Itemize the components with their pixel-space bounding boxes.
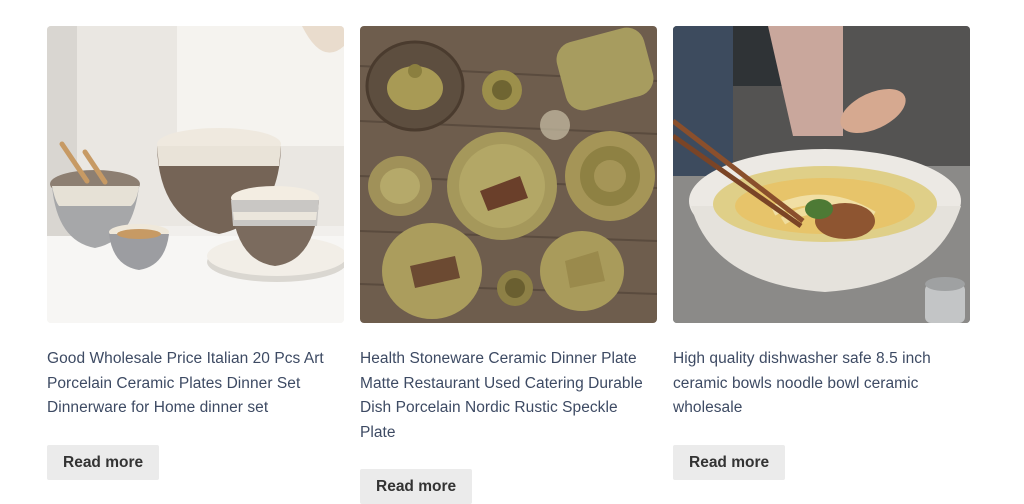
product-card: Health Stoneware Ceramic Dinner Plate Ma… bbox=[360, 26, 657, 504]
product-grid: Good Wholesale Price Italian 20 Pcs Art … bbox=[0, 0, 1024, 504]
tableware-set-photo bbox=[47, 26, 344, 323]
product-image-link[interactable] bbox=[360, 26, 657, 323]
product-title-link[interactable]: Good Wholesale Price Italian 20 Pcs Art … bbox=[47, 347, 344, 421]
stoneware-plates-photo bbox=[360, 26, 657, 323]
noodle-bowl-photo bbox=[673, 26, 970, 323]
read-more-button[interactable]: Read more bbox=[360, 469, 473, 504]
product-image-link[interactable] bbox=[47, 26, 344, 323]
read-more-button[interactable]: Read more bbox=[673, 444, 786, 480]
read-more-button[interactable]: Read more bbox=[47, 444, 160, 480]
product-card: Good Wholesale Price Italian 20 Pcs Art … bbox=[47, 26, 344, 480]
product-title-link[interactable]: Health Stoneware Ceramic Dinner Plate Ma… bbox=[360, 347, 657, 445]
product-title-link[interactable]: High quality dishwasher safe 8.5 inch ce… bbox=[673, 347, 970, 421]
product-card: High quality dishwasher safe 8.5 inch ce… bbox=[673, 26, 970, 480]
product-image-link[interactable] bbox=[673, 26, 970, 323]
